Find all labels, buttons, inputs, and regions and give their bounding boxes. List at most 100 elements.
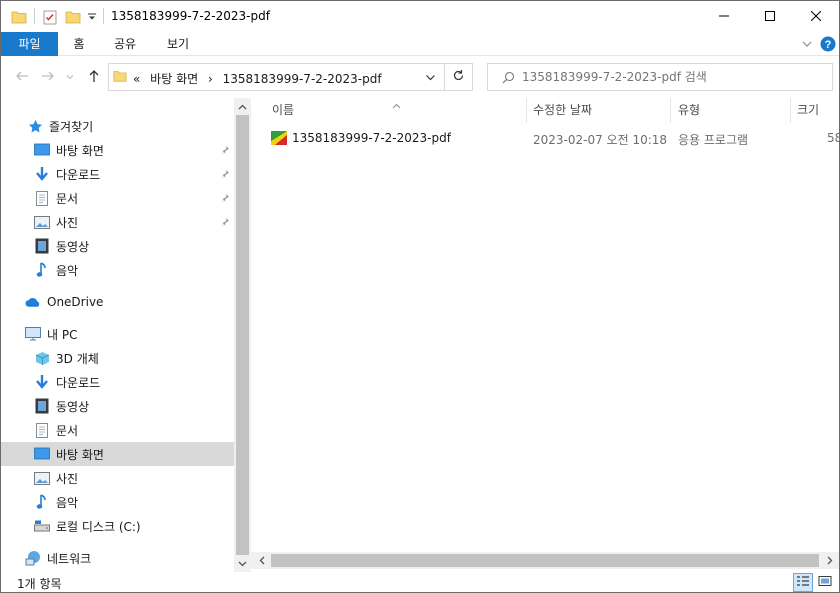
column-header-type[interactable]: 유형 [678,98,700,123]
nav-label: OneDrive [47,295,104,309]
minimize-icon [719,10,729,24]
ribbon-expand-icon[interactable] [801,38,813,53]
pin-icon[interactable] [220,168,230,182]
nav-pc-pictures[interactable]: 사진 [1,466,234,490]
tab-file[interactable]: 파일 [1,32,58,56]
breadcrumb-desktop[interactable]: 바탕 화면 [150,72,198,86]
help-icon[interactable]: ? [820,36,836,55]
title-bar: 1358183999-7-2-2023-pdf [1,1,839,32]
scroll-down-icon[interactable] [234,555,251,572]
column-divider[interactable] [670,98,671,123]
nav-label: 동영상 [56,239,90,254]
address-bar[interactable]: « 바탕 화면 › 1358183999-7-2-2023-pdf [108,63,445,91]
recent-locations-button[interactable] [64,68,76,86]
nav-pc-documents[interactable]: 문서 [1,418,234,442]
pictures-icon [34,214,50,230]
nav-onedrive[interactable]: OneDrive [1,290,234,314]
column-header-name[interactable]: 이름 [272,98,294,123]
status-bar: 1개 항목 [1,572,839,592]
tab-home[interactable]: 홈 [63,32,95,56]
nav-network[interactable]: 네트워크 [1,546,234,570]
nav-quick-music[interactable]: 음악 [1,258,234,282]
nav-quick-desktop[interactable]: 바탕 화면 [1,138,234,162]
search-input[interactable] [522,69,822,85]
column-divider[interactable] [526,98,527,123]
pin-icon[interactable] [220,192,230,206]
column-header-date[interactable]: 수정한 날짜 [533,98,592,123]
nav-pc-3d-objects[interactable]: 3D 개체 [1,346,234,370]
nav-pc-desktop[interactable]: 바탕 화면 [1,442,234,466]
window-title: 1358183999-7-2-2023-pdf [111,9,270,23]
pin-icon[interactable] [220,144,230,158]
new-folder-icon[interactable] [65,9,81,28]
nav-pc-videos[interactable]: 동영상 [1,394,234,418]
navpane-scrollbar[interactable] [234,98,251,572]
ribbon: 파일 홈 공유 보기 ? [1,32,839,56]
search-box[interactable] [487,63,833,91]
details-view-button[interactable] [793,573,813,592]
arrow-right-icon [41,69,55,86]
up-button[interactable] [85,68,103,86]
breadcrumb-current[interactable]: 1358183999-7-2-2023-pdf [223,72,382,86]
file-name[interactable]: 1358183999-7-2-2023-pdf [292,131,451,145]
column-divider[interactable] [790,98,791,123]
close-icon [810,10,822,24]
nav-pc-local-disk[interactable]: 로컬 디스크 (C:) [1,514,234,538]
folder-icon [113,69,127,86]
file-list: 이름 수정한 날짜 유형 크기 1358183999-7-2-2023-pdf … [251,98,839,572]
scroll-left-icon[interactable] [253,552,270,569]
minimize-button[interactable] [701,1,747,32]
nav-quick-videos[interactable]: 동영상 [1,234,234,258]
nav-label: 문서 [56,423,79,438]
nav-label: 네트워크 [47,551,92,566]
address-history-icon[interactable] [425,72,436,86]
item-count: 1개 항목 [17,577,62,591]
scroll-right-icon[interactable] [821,552,838,569]
computer-icon [25,326,41,342]
content-scrollbar-thumb[interactable] [271,554,819,567]
video-icon [34,238,50,254]
nav-quick-documents[interactable]: 문서 [1,186,234,210]
music-icon [34,262,50,278]
refresh-button[interactable] [445,63,473,91]
svg-text:?: ? [825,39,832,51]
tab-share[interactable]: 공유 [105,32,145,56]
nav-label: 사진 [56,215,79,230]
nav-quick-access[interactable]: 즐겨찾기 [1,114,234,138]
content-horizontal-scrollbar[interactable] [251,552,839,569]
nav-label: 음악 [56,495,79,510]
desktop-icon [34,446,50,462]
star-icon [27,118,43,134]
nav-label: 바탕 화면 [56,447,104,462]
desktop-icon [34,142,50,158]
nav-label: 로컬 디스크 (C:) [56,519,141,534]
large-icons-view-button[interactable] [815,573,835,592]
table-row[interactable]: 1358183999-7-2-2023-pdf 2023-02-07 오전 10… [271,128,839,150]
document-icon [34,422,50,438]
nav-quick-pictures[interactable]: 사진 [1,210,234,234]
nav-label: 문서 [56,191,79,206]
nav-pc-downloads[interactable]: 다운로드 [1,370,234,394]
pin-icon[interactable] [220,216,230,230]
large-icons-view-icon [818,575,832,590]
column-header-size[interactable]: 크기 [797,98,819,123]
nav-label: 음악 [56,263,79,278]
back-button[interactable] [13,68,31,86]
scroll-up-icon[interactable] [234,98,251,115]
music-icon [34,494,50,510]
close-button[interactable] [793,1,839,32]
cloud-icon [25,294,41,310]
customize-toolbar-icon[interactable] [87,11,97,25]
nav-this-pc[interactable]: 내 PC [1,322,234,346]
file-type: 응용 프로그램 [678,133,749,147]
navpane-scrollbar-thumb[interactable] [236,115,249,555]
breadcrumb-overflow[interactable]: « [133,72,140,86]
nav-quick-downloads[interactable]: 다운로드 [1,162,234,186]
breadcrumb-separator-icon[interactable]: › [208,72,213,86]
forward-button[interactable] [39,68,57,86]
sort-ascending-icon [392,98,401,112]
properties-icon[interactable] [42,9,58,28]
nav-pc-music[interactable]: 음악 [1,490,234,514]
tab-view[interactable]: 보기 [158,32,198,56]
maximize-button[interactable] [747,1,793,32]
